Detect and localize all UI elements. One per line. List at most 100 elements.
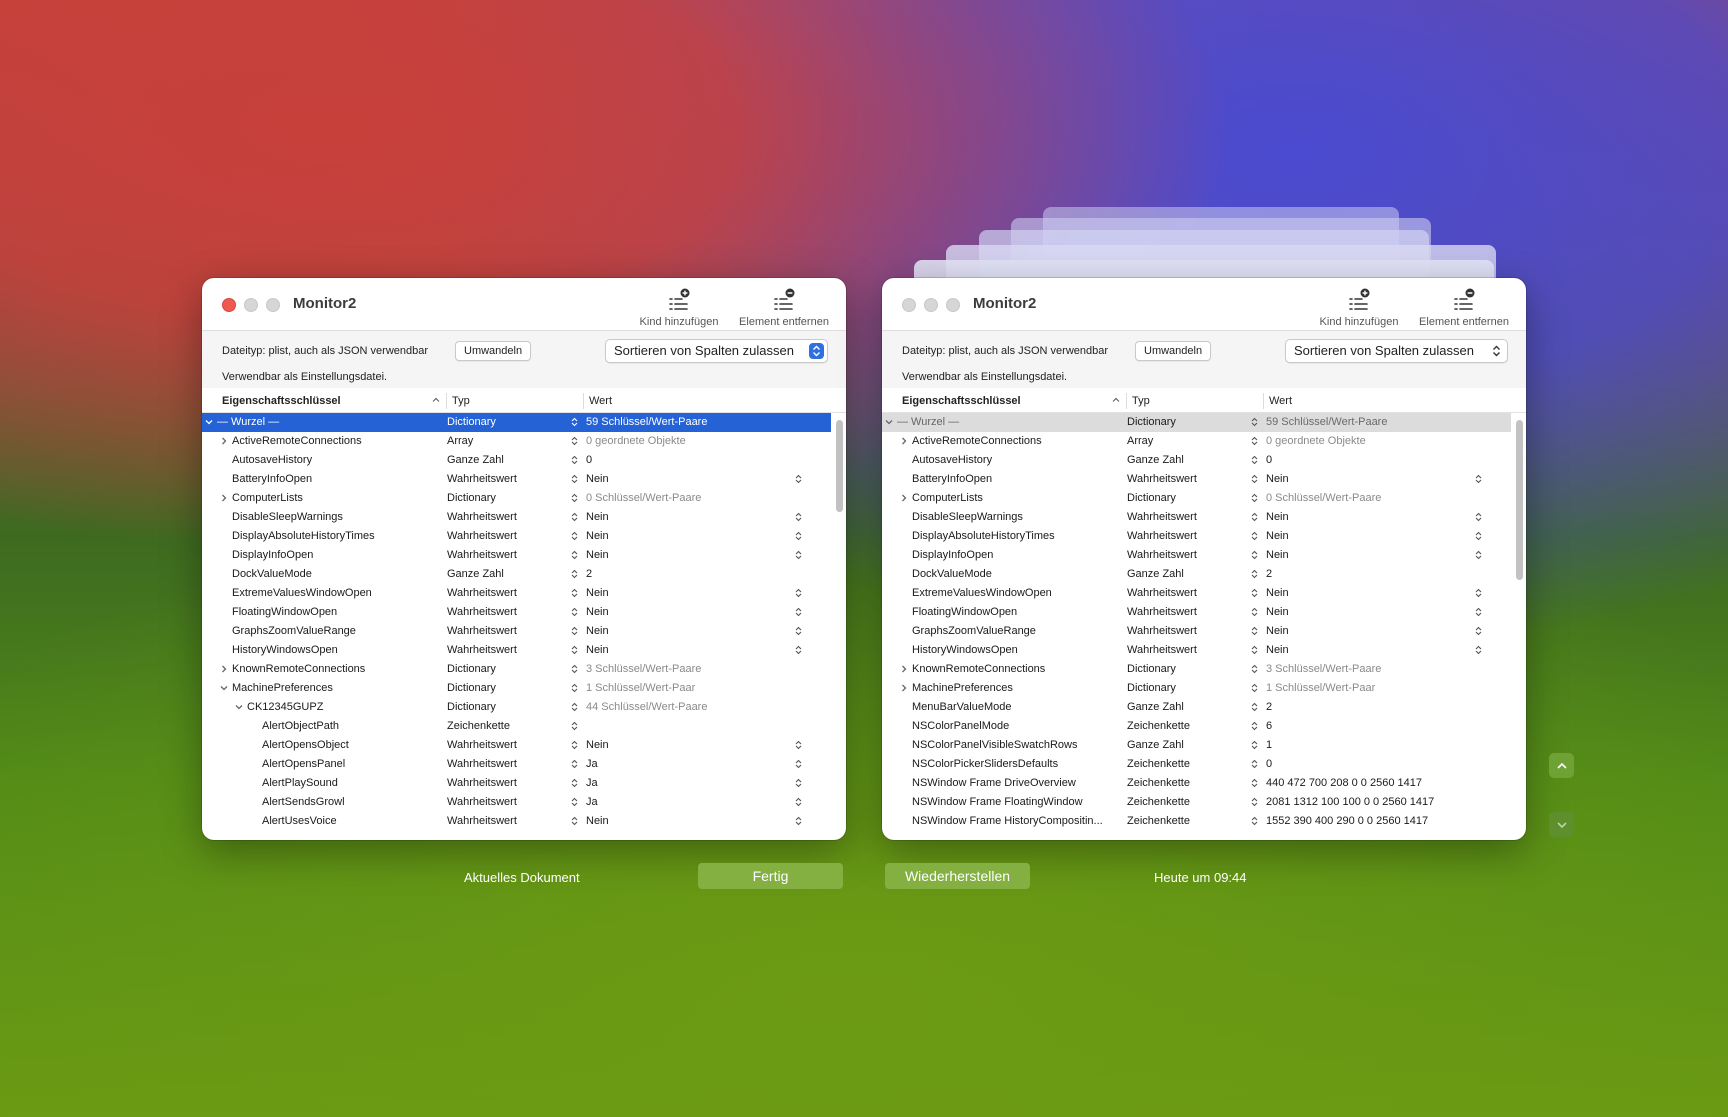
row-value[interactable]: 44 Schlüssel/Wert-Paare <box>586 701 707 713</box>
row-value[interactable]: 1 Schlüssel/Wert-Paar <box>586 682 695 694</box>
row-value[interactable]: Nein <box>1266 606 1289 618</box>
minimize-button[interactable] <box>244 298 258 312</box>
row-value[interactable]: Nein <box>586 815 609 827</box>
col-key-header[interactable]: Eigenschaftsschlüssel <box>902 395 1021 407</box>
row-type[interactable]: Wahrheitswert <box>447 815 517 827</box>
table-row[interactable]: CK12345GUPZ Dictionary 44 Schlüssel/Wert-P… <box>202 698 831 717</box>
row-type[interactable]: Wahrheitswert <box>1127 644 1197 656</box>
convert-button[interactable]: Umwandeln <box>1135 341 1212 361</box>
table-row[interactable]: NSWindow Frame FloatingWindow Zeichenkett… <box>882 793 1511 812</box>
type-updown-icon[interactable] <box>1251 588 1258 601</box>
row-type[interactable]: Ganze Zahl <box>1127 568 1184 580</box>
row-type[interactable]: Wahrheitswert <box>447 530 517 542</box>
type-updown-icon[interactable] <box>571 436 578 449</box>
type-updown-icon[interactable] <box>571 493 578 506</box>
table-row[interactable]: — Wurzel — Dictionary 59 Schlüssel/Wert-Pa… <box>202 413 831 432</box>
table-row[interactable]: FloatingWindowOpen Wahrheitswert Nein <box>202 603 831 622</box>
row-value[interactable]: 59 Schlüssel/Wert-Paare <box>586 416 707 428</box>
row-value[interactable]: 0 geordnete Objekte <box>1266 435 1366 447</box>
col-type-header[interactable]: Typ <box>452 395 470 407</box>
table-row[interactable]: BatteryInfoOpen Wahrheitswert Nein <box>882 470 1511 489</box>
value-updown-icon[interactable] <box>1475 607 1482 620</box>
row-value[interactable]: 0 geordnete Objekte <box>586 435 686 447</box>
row-type[interactable]: Wahrheitswert <box>447 796 517 808</box>
value-updown-icon[interactable] <box>795 531 802 544</box>
value-updown-icon[interactable] <box>1475 626 1482 639</box>
value-updown-icon[interactable] <box>1475 512 1482 525</box>
table-row[interactable]: AutosaveHistory Ganze Zahl 0 <box>202 451 831 470</box>
value-updown-icon[interactable] <box>795 512 802 525</box>
row-type[interactable]: Wahrheitswert <box>1127 530 1197 542</box>
value-updown-icon[interactable] <box>795 626 802 639</box>
sort-columns-select[interactable]: Sortieren von Spalten zulassen <box>605 339 828 363</box>
disclosure-expanded-icon[interactable] <box>234 702 244 715</box>
row-type[interactable]: Dictionary <box>1127 682 1176 694</box>
table-row[interactable]: — Wurzel — Dictionary 59 Schlüssel/Wert-Pa… <box>882 413 1511 432</box>
table-row[interactable]: NSColorPickerSlidersDefaults Zeichenkette… <box>882 755 1511 774</box>
type-updown-icon[interactable] <box>1251 417 1258 430</box>
remove-element-button[interactable]: Element entfernen <box>732 288 836 328</box>
type-updown-icon[interactable] <box>571 778 578 791</box>
row-value[interactable]: Nein <box>1266 530 1289 542</box>
disclosure-collapsed-icon[interactable] <box>219 664 229 677</box>
row-type[interactable]: Wahrheitswert <box>447 473 517 485</box>
row-type[interactable]: Wahrheitswert <box>1127 549 1197 561</box>
value-updown-icon[interactable] <box>795 759 802 772</box>
table-row[interactable]: DisplayAbsoluteHistoryTimes Wahrheitswert… <box>882 527 1511 546</box>
close-button[interactable] <box>902 298 916 312</box>
type-updown-icon[interactable] <box>571 702 578 715</box>
row-type[interactable]: Wahrheitswert <box>1127 625 1197 637</box>
row-type[interactable]: Wahrheitswert <box>447 511 517 523</box>
type-updown-icon[interactable] <box>571 816 578 829</box>
type-updown-icon[interactable] <box>1251 702 1258 715</box>
row-value[interactable]: 440 472 700 208 0 0 2560 1417 <box>1266 777 1422 789</box>
row-value[interactable]: Nein <box>1266 473 1289 485</box>
type-updown-icon[interactable] <box>571 512 578 525</box>
row-value[interactable]: 0 Schlüssel/Wert-Paare <box>1266 492 1381 504</box>
type-updown-icon[interactable] <box>1251 816 1258 829</box>
table-row[interactable]: NSWindow Frame HistoryCompositin... Zeich… <box>882 812 1511 831</box>
table-row[interactable]: AlertOpensObject Wahrheitswert Nein <box>202 736 831 755</box>
table-row[interactable]: MenuBarValueMode Ganze Zahl 2 <box>882 698 1511 717</box>
row-value[interactable]: 0 <box>1266 454 1272 466</box>
column-divider[interactable] <box>1126 393 1127 409</box>
table-row[interactable]: AlertPlaySound Wahrheitswert Ja <box>202 774 831 793</box>
scrollbar-thumb[interactable] <box>1516 420 1523 580</box>
row-value[interactable]: 2 <box>586 568 592 580</box>
table-row[interactable]: MachinePreferences Dictionary 1 Schlüssel/… <box>882 679 1511 698</box>
table-row[interactable]: ExtremeValuesWindowOpen Wahrheitswert Nein <box>882 584 1511 603</box>
type-updown-icon[interactable] <box>571 531 578 544</box>
table-row[interactable]: FloatingWindowOpen Wahrheitswert Nein <box>882 603 1511 622</box>
type-updown-icon[interactable] <box>1251 512 1258 525</box>
table-row[interactable]: ActiveRemoteConnections Array 0 geordnete … <box>202 432 831 451</box>
table-row[interactable]: AutosaveHistory Ganze Zahl 0 <box>882 451 1511 470</box>
type-updown-icon[interactable] <box>1251 797 1258 810</box>
table-row[interactable]: AlertUsesVoice Wahrheitswert Nein <box>202 812 831 831</box>
value-updown-icon[interactable] <box>795 550 802 563</box>
row-value[interactable]: Nein <box>1266 625 1289 637</box>
type-updown-icon[interactable] <box>571 417 578 430</box>
table-row[interactable]: NSWindow Frame DriveOverview Zeichenkette… <box>882 774 1511 793</box>
type-updown-icon[interactable] <box>1251 436 1258 449</box>
value-updown-icon[interactable] <box>1475 474 1482 487</box>
type-updown-icon[interactable] <box>571 455 578 468</box>
row-type[interactable]: Wahrheitswert <box>447 549 517 561</box>
table-row[interactable]: DisplayAbsoluteHistoryTimes Wahrheitswert… <box>202 527 831 546</box>
column-divider[interactable] <box>583 393 584 409</box>
row-type[interactable]: Array <box>447 435 473 447</box>
row-type[interactable]: Ganze Zahl <box>447 454 504 466</box>
row-type[interactable]: Wahrheitswert <box>447 625 517 637</box>
value-updown-icon[interactable] <box>1475 550 1482 563</box>
table-row[interactable]: DisableSleepWarnings Wahrheitswert Nein <box>202 508 831 527</box>
type-updown-icon[interactable] <box>1251 645 1258 658</box>
table-row[interactable]: MachinePreferences Dictionary 1 Schlüssel/… <box>202 679 831 698</box>
table-row[interactable]: KnownRemoteConnections Dictionary 3 Schlüs… <box>202 660 831 679</box>
type-updown-icon[interactable] <box>1251 683 1258 696</box>
row-value[interactable]: 2081 1312 100 100 0 0 2560 1417 <box>1266 796 1434 808</box>
row-value[interactable]: 1 <box>1266 739 1272 751</box>
disclosure-expanded-icon[interactable] <box>884 417 894 430</box>
type-updown-icon[interactable] <box>1251 493 1258 506</box>
row-value[interactable]: Nein <box>586 549 609 561</box>
row-type[interactable]: Dictionary <box>447 416 496 428</box>
value-updown-icon[interactable] <box>795 778 802 791</box>
